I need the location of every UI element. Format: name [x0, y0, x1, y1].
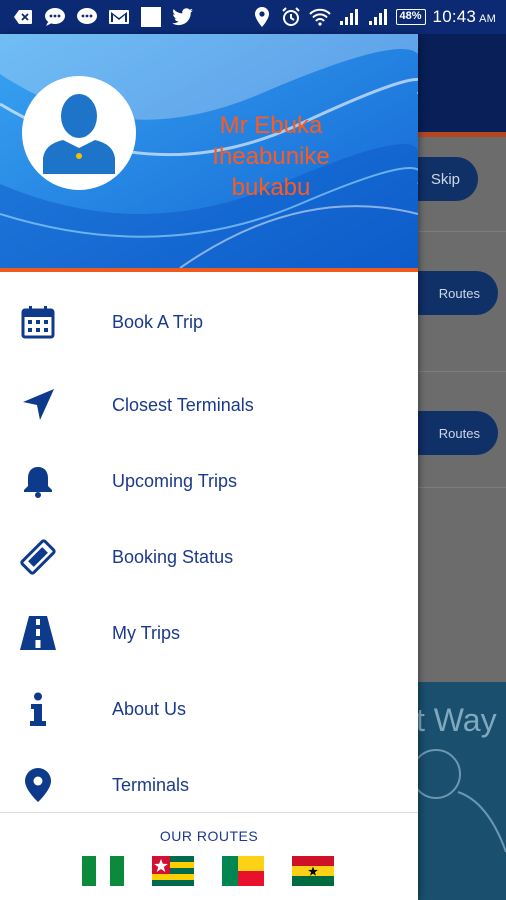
user-name: Mr Ebuka Iheabunike bukabu [186, 110, 356, 203]
alarm-icon [280, 7, 302, 27]
menu-item-terminals[interactable]: Terminals [0, 753, 418, 817]
background-footer: t Way [418, 682, 506, 900]
message-bubble-icon [44, 7, 66, 27]
gmail-icon [108, 7, 130, 27]
clock: 10:43 AM [432, 7, 496, 26]
menu-item-label: Terminals [112, 774, 190, 795]
menu-item-label: My Trips [112, 622, 181, 643]
chat-bubble-icon [76, 7, 98, 27]
navigation-drawer: Mr Ebuka Iheabunike bukabu Book A Trip C… [0, 34, 418, 900]
menu-item-closest-terminals[interactable]: Closest Terminals [0, 373, 418, 437]
wifi-icon [308, 7, 331, 27]
background-divider [418, 231, 506, 232]
map-pin-icon [20, 767, 56, 803]
ghana-flag-icon[interactable] [292, 856, 334, 886]
routes-divider [0, 812, 418, 813]
status-bar: 48% 10:43 AM [0, 0, 506, 34]
background-divider [418, 487, 506, 488]
routes-title: OUR ROUTES [159, 828, 259, 844]
menu-item-my-trips[interactable]: My Trips [0, 601, 418, 665]
menu-item-label: Upcoming Trips [112, 470, 238, 491]
user-name-line: Mr Ebuka [219, 112, 323, 139]
navigation-arrow-icon [20, 387, 56, 423]
user-name-line: Iheabunike [212, 143, 330, 170]
bell-icon [20, 463, 56, 499]
menu-item-label: Booking Status [112, 546, 234, 567]
togo-flag-icon[interactable] [152, 856, 194, 886]
signal-icon [338, 7, 360, 27]
background-divider [418, 371, 506, 372]
user-silhouette-icon [43, 94, 115, 174]
menu-item-label: Closest Terminals [112, 394, 254, 415]
location-icon [251, 7, 273, 27]
header-accent-line [0, 268, 418, 272]
background-header [418, 34, 506, 132]
background-content: Skip Routes Routes [398, 137, 506, 682]
backspace-notification-icon [12, 7, 34, 27]
calendar-icon [20, 304, 56, 340]
info-icon [20, 691, 56, 727]
benin-flag-icon[interactable] [222, 856, 264, 886]
menu-item-label: Book A Trip [112, 311, 204, 332]
ticket-icon [20, 539, 56, 575]
route-flags [0, 856, 418, 890]
user-avatar[interactable] [22, 76, 136, 190]
twitter-icon [172, 7, 194, 27]
drawer-header: Mr Ebuka Iheabunike bukabu [0, 34, 418, 268]
menu-item-about-us[interactable]: About Us [0, 677, 418, 741]
background-app: Skip Routes Routes t Way [398, 34, 506, 900]
menu-item-upcoming-trips[interactable]: Upcoming Trips [0, 449, 418, 513]
nigeria-flag-icon[interactable] [82, 856, 124, 886]
battery-indicator: 48% [395, 9, 426, 25]
signal-2-icon [367, 7, 389, 27]
menu-item-label: About Us [112, 698, 187, 719]
background-footer-graphic [418, 749, 506, 853]
menu-item-book-a-trip[interactable]: Book A Trip [0, 290, 418, 354]
blank-notification-icon [140, 7, 162, 27]
road-icon [20, 615, 56, 651]
menu-item-booking-status[interactable]: Booking Status [0, 525, 418, 589]
user-name-line: bukabu [231, 174, 311, 201]
